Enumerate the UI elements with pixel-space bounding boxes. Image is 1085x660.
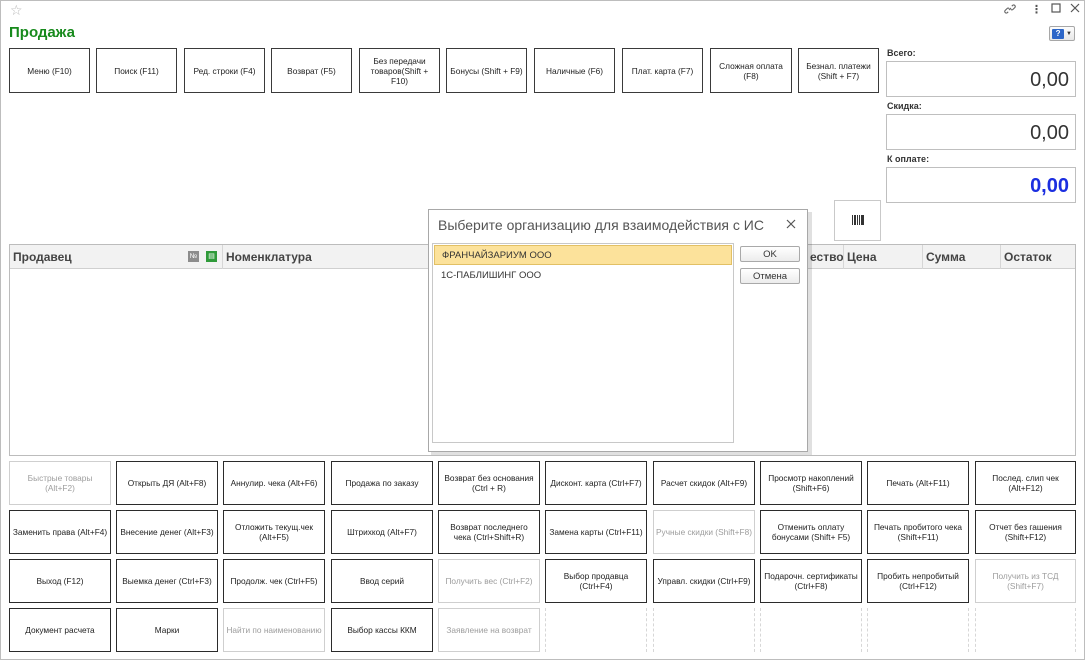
spreadsheet-icon: ▤	[206, 251, 217, 262]
help-icon: ?	[1052, 28, 1065, 39]
column-quantity[interactable]: ество	[807, 245, 844, 269]
to-pay-value-field: 0,00	[886, 167, 1076, 203]
return-last-receipt-button[interactable]: Возврат последнего чека (Ctrl+Shift+R)	[438, 510, 540, 554]
column-seller[interactable]: Продавец	[10, 245, 185, 269]
no-transfer-button[interactable]: Без передачи товаров(Shift + F10)	[359, 48, 440, 93]
cash-deposit-button[interactable]: Внесение денег (Alt+F3)	[116, 510, 218, 554]
cash-button[interactable]: Наличные (F6)	[534, 48, 615, 93]
return-without-reason-button[interactable]: Возврат без основания (Ctrl + R)	[438, 461, 540, 505]
select-seller-button[interactable]: Выбор продавца (Ctrl+F4)	[545, 559, 647, 603]
edit-line-button[interactable]: Ред. строки (F4)	[184, 48, 265, 93]
gift-certificates-button[interactable]: Подарочн. сертификаты (Ctrl+F8)	[760, 559, 862, 603]
column-remainder[interactable]: Остаток	[1000, 245, 1075, 269]
discount-card-button[interactable]: Дисконт. карта (Ctrl+F7)	[545, 461, 647, 505]
barcode-button[interactable]: Штрихкод (Alt+F7)	[331, 510, 433, 554]
x-report-button[interactable]: Отчет без гашения (Shift+F12)	[975, 510, 1076, 554]
favorite-star-icon[interactable]: ☆	[10, 2, 23, 18]
manual-discounts-button[interactable]: Ручные скидки (Shift+F8)	[653, 510, 755, 554]
maximize-icon[interactable]	[1051, 3, 1061, 17]
find-by-name-button[interactable]: Найти по наименованию	[223, 608, 325, 652]
close-icon[interactable]	[1070, 3, 1080, 17]
cashless-payments-button[interactable]: Безнал. платежи (Shift + F7)	[798, 48, 879, 93]
discount-label: Скидка:	[887, 101, 922, 111]
enter-series-button[interactable]: Ввод серий	[331, 559, 433, 603]
dialog-close-icon[interactable]	[786, 216, 796, 232]
column-price[interactable]: Цена	[843, 245, 922, 269]
quick-goods-button[interactable]: Быстрые товары (Alt+F2)	[9, 461, 111, 505]
more-menu-icon[interactable]: ⋮	[1031, 3, 1042, 17]
empty-cell	[975, 608, 1076, 652]
search-button[interactable]: Поиск (F11)	[96, 48, 177, 93]
cancel-bonus-payment-button[interactable]: Отменить оплату бонусами (Shift+ F5)	[760, 510, 862, 554]
organization-item[interactable]: 1С-ПАБЛИШИНГ ООО	[434, 266, 732, 286]
open-cash-drawer-button[interactable]: Открыть ДЯ (Alt+F8)	[116, 461, 218, 505]
titlebar: ☆ ⋮	[1, 1, 1085, 21]
column-nomenclature[interactable]: Номенклатура	[222, 245, 432, 269]
barcode-scan-button[interactable]	[834, 200, 881, 241]
barcode-icon	[851, 214, 864, 227]
empty-cell	[653, 608, 755, 652]
last-slip-receipt-button[interactable]: Послед. слип чек (Alt+F12)	[975, 461, 1076, 505]
column-sum[interactable]: Сумма	[922, 245, 1000, 269]
replace-rights-button[interactable]: Заменить права (Alt+F4)	[9, 510, 111, 554]
replace-card-button[interactable]: Замена карты (Ctrl+F11)	[545, 510, 647, 554]
marks-button[interactable]: Марки	[116, 608, 218, 652]
punch-unpunched-button[interactable]: Пробить непробитый (Ctrl+F12)	[867, 559, 969, 603]
cash-withdrawal-button[interactable]: Выемка денег (Ctrl+F3)	[116, 559, 218, 603]
select-kkm-button[interactable]: Выбор кассы ККМ	[331, 608, 433, 652]
help-button[interactable]: ? ▼	[1049, 26, 1075, 41]
postpone-receipt-button[interactable]: Отложить текущ.чек (Alt+F5)	[223, 510, 325, 554]
empty-cell	[545, 608, 647, 652]
empty-cell	[867, 608, 969, 652]
payment-document-button[interactable]: Документ расчета	[9, 608, 111, 652]
return-application-button[interactable]: Заявление на возврат	[438, 608, 540, 652]
total-label: Всего:	[887, 48, 916, 58]
application-window: ☆ ⋮ Продажа ? ▼ Меню (F10) Поиск (F11) Р…	[0, 0, 1085, 660]
menu-button[interactable]: Меню (F10)	[9, 48, 90, 93]
discount-value-field: 0,00	[886, 114, 1076, 150]
bonuses-button[interactable]: Бонусы (Shift + F9)	[446, 48, 527, 93]
link-icon[interactable]	[1004, 3, 1016, 19]
print-punched-receipt-button[interactable]: Печать пробитого чека (Shift+F11)	[867, 510, 969, 554]
ok-button[interactable]: OK	[740, 246, 800, 262]
complex-payment-button[interactable]: Сложная оплата (F8)	[710, 48, 792, 93]
organization-list[interactable]: ФРАНЧАЙЗАРИУМ ООО 1С-ПАБЛИШИНГ ООО	[432, 243, 734, 443]
cancel-button[interactable]: Отмена	[740, 268, 800, 284]
view-accumulations-button[interactable]: Просмотр накоплений (Shift+F6)	[760, 461, 862, 505]
managed-discounts-button[interactable]: Управл. скидки (Ctrl+F9)	[653, 559, 755, 603]
page-title: Продажа	[9, 24, 75, 41]
print-button[interactable]: Печать (Alt+F11)	[867, 461, 969, 505]
cancel-receipt-button[interactable]: Аннулир. чека (Alt+F6)	[223, 461, 325, 505]
exit-button[interactable]: Выход (F12)	[9, 559, 111, 603]
continue-receipt-button[interactable]: Продолж. чек (Ctrl+F5)	[223, 559, 325, 603]
total-value-field: 0,00	[886, 61, 1076, 97]
card-payment-button[interactable]: Плат. карта (F7)	[622, 48, 703, 93]
sale-by-order-button[interactable]: Продажа по заказу	[331, 461, 433, 505]
organization-item-selected[interactable]: ФРАНЧАЙЗАРИУМ ООО	[434, 245, 732, 265]
get-weight-button[interactable]: Получить вес (Ctrl+F2)	[438, 559, 540, 603]
to-pay-label: К оплате:	[887, 154, 930, 164]
number-icon: №	[188, 251, 199, 262]
get-from-tsd-button[interactable]: Получить из ТСД (Shift+F7)	[975, 559, 1076, 603]
organization-select-dialog: Выберите организацию для взаимодействия …	[428, 209, 808, 452]
return-button[interactable]: Возврат (F5)	[271, 48, 352, 93]
chevron-down-icon: ▼	[1066, 30, 1072, 37]
calculate-discounts-button[interactable]: Расчет скидок (Alt+F9)	[653, 461, 755, 505]
empty-cell	[760, 608, 862, 652]
dialog-title: Выберите организацию для взаимодействия …	[438, 217, 764, 233]
